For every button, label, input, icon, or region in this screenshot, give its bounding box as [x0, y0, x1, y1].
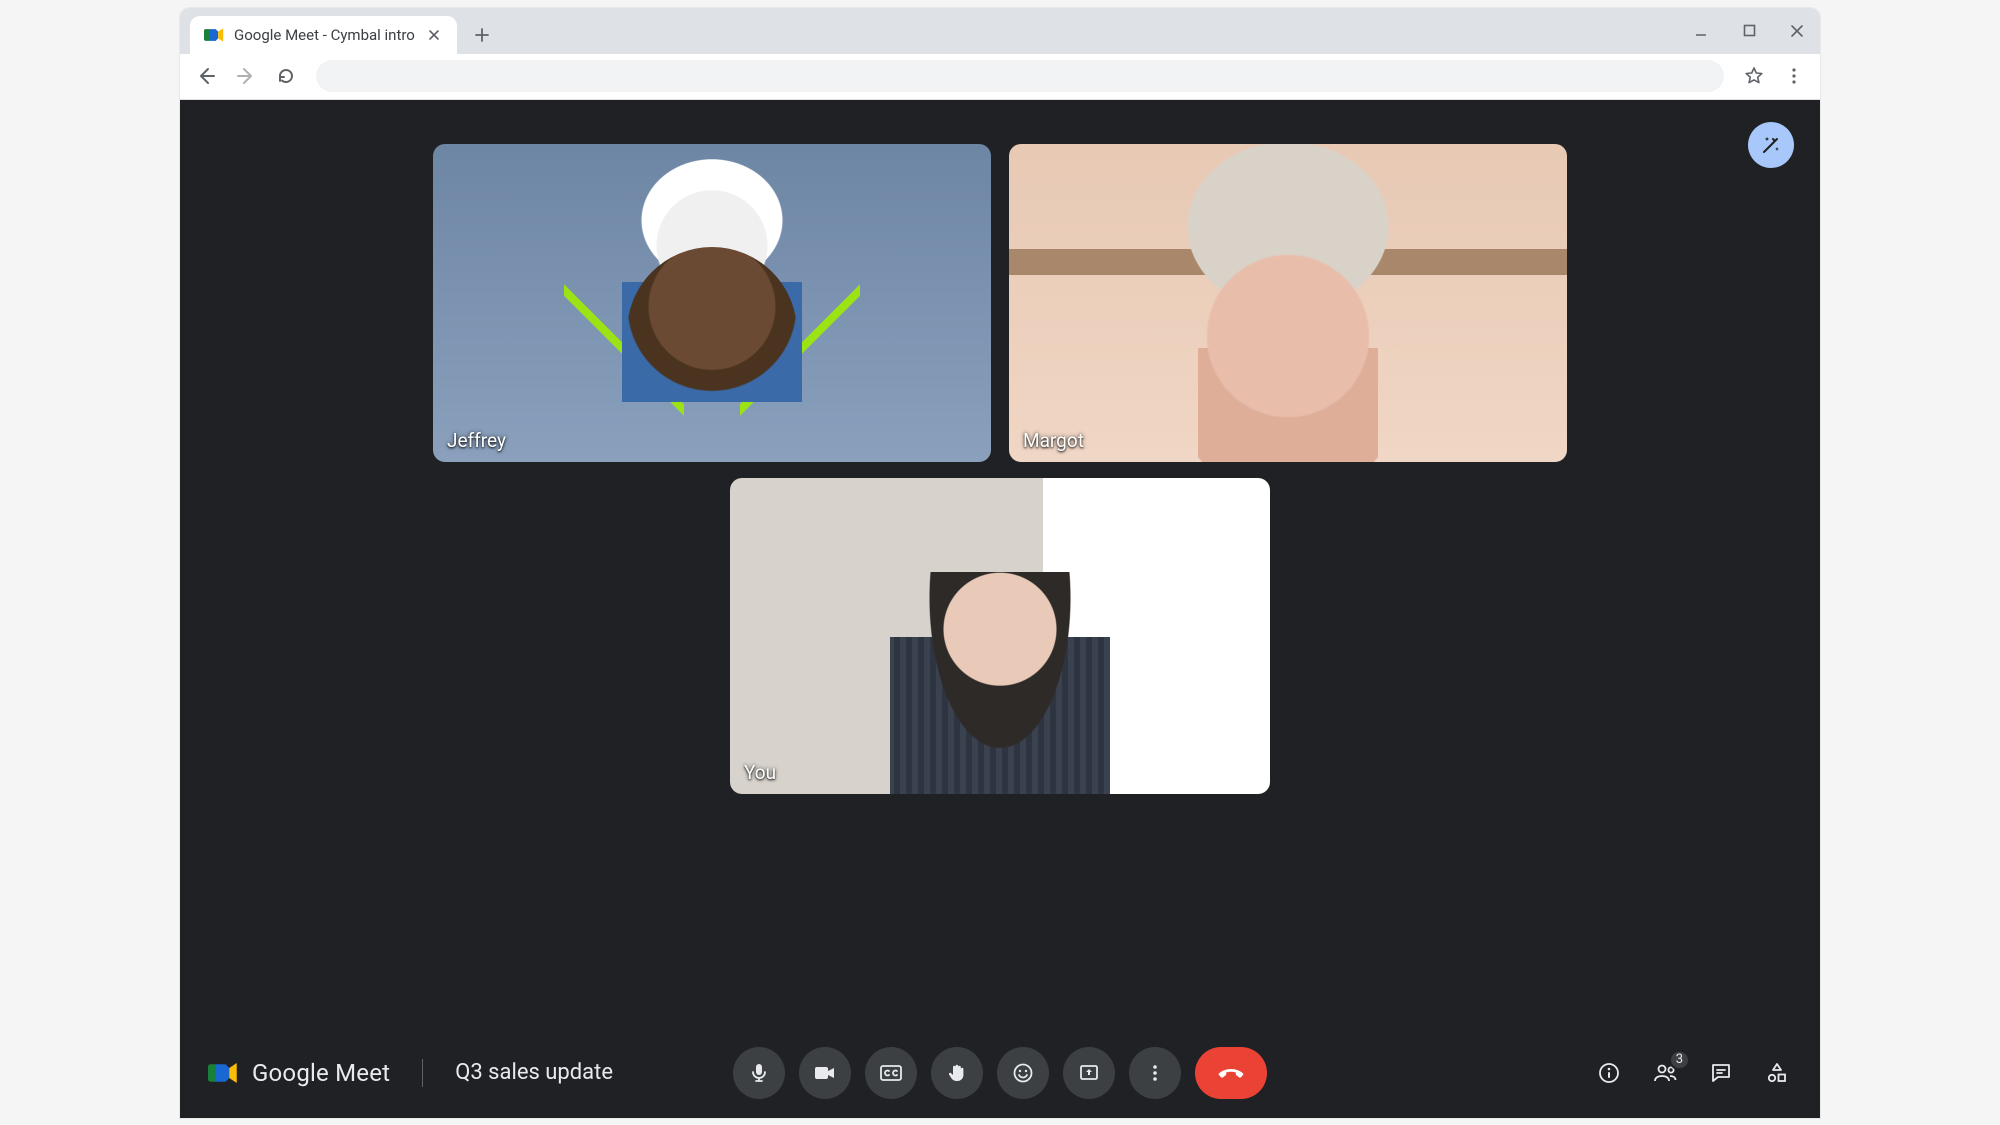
camera-toggle-button[interactable]	[799, 1047, 851, 1099]
browser-menu-button[interactable]	[1778, 60, 1810, 92]
browser-toolbar	[180, 54, 1820, 100]
participant-name-label: You	[744, 761, 776, 784]
visual-effects-button[interactable]	[1748, 122, 1794, 168]
smiley-icon	[1012, 1062, 1034, 1084]
closed-captions-icon	[879, 1062, 903, 1084]
activities-panel-button[interactable]	[1762, 1058, 1792, 1088]
mic-toggle-button[interactable]	[733, 1047, 785, 1099]
right-panel-controls: 3	[1594, 1058, 1792, 1088]
meet-bottom-bar: Google Meet Q3 sales update	[180, 1028, 1820, 1118]
meet-logo-icon	[208, 1060, 238, 1086]
address-bar[interactable]	[316, 60, 1724, 92]
nav-forward-button[interactable]	[230, 60, 262, 92]
window-controls	[1688, 8, 1810, 54]
info-icon	[1597, 1061, 1621, 1085]
shapes-icon	[1765, 1061, 1789, 1085]
tab-title: Google Meet - Cymbal intro	[234, 26, 415, 44]
meet-favicon-icon	[204, 25, 224, 45]
bookmark-star-button[interactable]	[1738, 60, 1770, 92]
video-grid: Jeffrey Margot You	[180, 100, 1820, 1028]
more-vertical-icon	[1146, 1062, 1164, 1084]
meet-viewport: Jeffrey Margot You	[180, 100, 1820, 1118]
hangup-phone-icon	[1216, 1062, 1246, 1084]
browser-tab[interactable]: Google Meet - Cymbal intro	[190, 16, 457, 54]
meeting-details-button[interactable]	[1594, 1058, 1624, 1088]
new-tab-button[interactable]	[467, 20, 497, 50]
window-minimize-button[interactable]	[1688, 18, 1714, 44]
brand-block: Google Meet Q3 sales update	[208, 1059, 613, 1087]
participant-count-badge: 3	[1669, 1050, 1690, 1070]
participant-name-label: Jeffrey	[447, 429, 506, 452]
more-options-button[interactable]	[1129, 1047, 1181, 1099]
video-camera-icon	[813, 1062, 837, 1084]
leave-call-button[interactable]	[1195, 1047, 1267, 1099]
self-video-tile[interactable]: You	[730, 478, 1270, 794]
chat-panel-button[interactable]	[1706, 1058, 1736, 1088]
tab-strip: Google Meet - Cymbal intro	[180, 8, 1820, 54]
participant-name-label: Margot	[1023, 429, 1084, 452]
magic-wand-icon	[1760, 134, 1782, 156]
meeting-title: Q3 sales update	[455, 1060, 613, 1085]
hand-icon	[946, 1062, 968, 1084]
browser-window: Google Meet - Cymbal intro	[180, 8, 1820, 1118]
people-panel-button[interactable]: 3	[1650, 1058, 1680, 1088]
reactions-button[interactable]	[997, 1047, 1049, 1099]
present-screen-icon	[1078, 1062, 1100, 1084]
present-screen-button[interactable]	[1063, 1047, 1115, 1099]
chat-icon	[1709, 1061, 1733, 1085]
nav-back-button[interactable]	[190, 60, 222, 92]
window-close-button[interactable]	[1784, 18, 1810, 44]
call-controls	[733, 1047, 1267, 1099]
brand-text: Google Meet	[252, 1059, 390, 1087]
tab-close-button[interactable]	[425, 26, 443, 44]
microphone-icon	[748, 1062, 770, 1084]
participant-tile[interactable]: Margot	[1009, 144, 1567, 462]
nav-reload-button[interactable]	[270, 60, 302, 92]
raise-hand-button[interactable]	[931, 1047, 983, 1099]
captions-toggle-button[interactable]	[865, 1047, 917, 1099]
divider	[422, 1059, 423, 1087]
participant-tile[interactable]: Jeffrey	[433, 144, 991, 462]
window-maximize-button[interactable]	[1736, 18, 1762, 44]
